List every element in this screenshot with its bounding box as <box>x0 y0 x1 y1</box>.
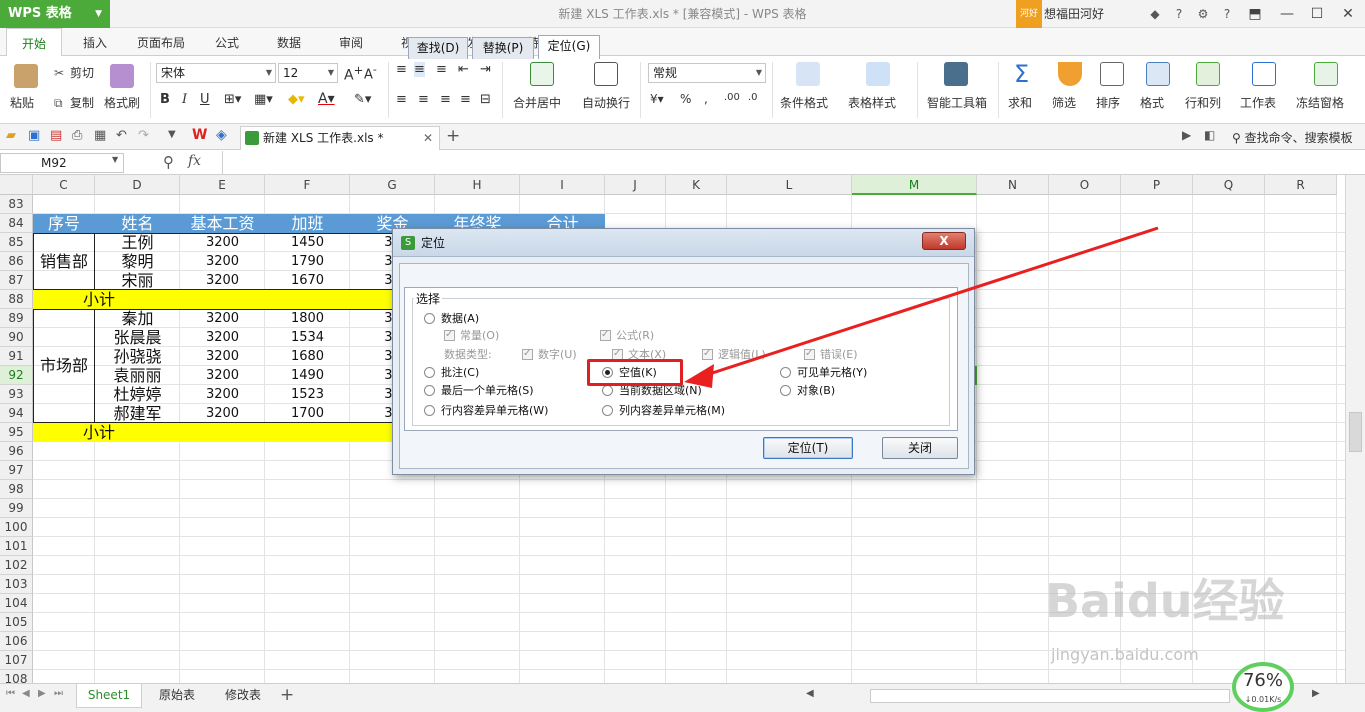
network-speed-widget[interactable]: 76% ↓0.01K/s <box>1232 662 1294 712</box>
speed-rate: ↓0.01K/s <box>1244 695 1282 704</box>
arrow-head <box>684 364 714 388</box>
watermark-url: jingyan.baidu.com <box>1051 645 1199 664</box>
arrow-line <box>699 226 1159 379</box>
speed-percent: 76% <box>1242 670 1283 691</box>
watermark-text: Baidu经验 <box>1045 574 1285 628</box>
watermark: Baidu经验 jingyan.baidu.com <box>1045 565 1305 665</box>
